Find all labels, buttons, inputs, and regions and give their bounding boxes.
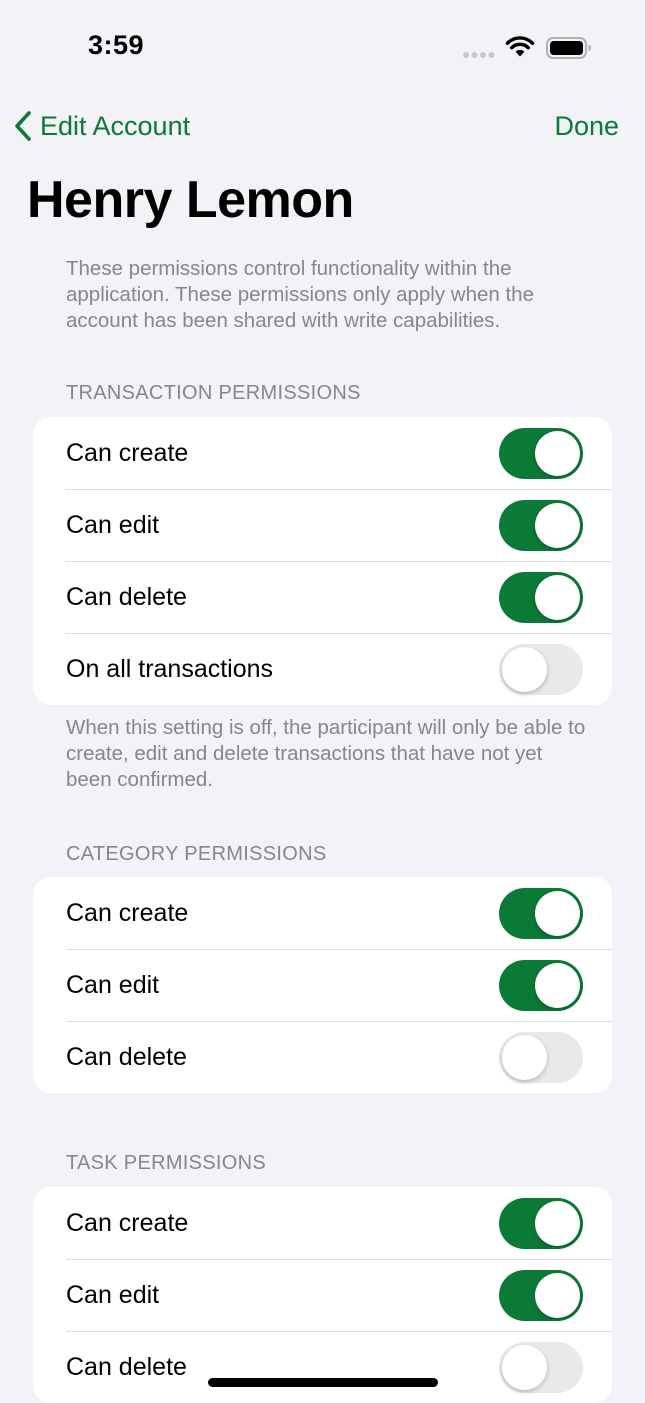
cellular-signal-icon xyxy=(463,52,495,58)
category-permissions-card: Can create Can edit Can delete xyxy=(33,877,612,1093)
category-permissions-header: CATEGORY PERMISSIONS xyxy=(66,843,327,865)
wifi-icon xyxy=(505,36,535,57)
task-permissions-card: Can create Can edit Can delete xyxy=(33,1187,612,1403)
page-title: Henry Lemon xyxy=(27,171,354,229)
task-can-edit-toggle[interactable] xyxy=(499,1269,583,1321)
row-label: Can delete xyxy=(66,1042,187,1071)
transaction-can-create-row: Can create xyxy=(33,417,612,489)
category-can-create-row: Can create xyxy=(33,877,612,949)
status-bar: 3:59 xyxy=(0,0,645,96)
task-permissions-header: TASK PERMISSIONS xyxy=(66,1152,267,1174)
chevron-left-icon xyxy=(15,111,31,141)
row-label: Can edit xyxy=(66,510,160,539)
transaction-can-edit-toggle[interactable] xyxy=(499,499,583,551)
transaction-can-delete-toggle[interactable] xyxy=(499,571,583,623)
task-can-create-toggle[interactable] xyxy=(499,1197,583,1249)
row-label: Can delete xyxy=(66,1352,187,1381)
back-button[interactable]: Edit Account xyxy=(14,104,190,148)
transaction-on-all-row: On all transactions xyxy=(33,633,612,705)
task-can-create-row: Can create xyxy=(33,1187,612,1259)
toggle-knob xyxy=(535,430,580,476)
back-button-label: Edit Account xyxy=(40,110,191,141)
status-time: 3:59 xyxy=(88,30,145,60)
task-can-delete-toggle[interactable] xyxy=(499,1341,583,1393)
category-can-edit-toggle[interactable] xyxy=(499,959,583,1011)
row-label: Can delete xyxy=(66,582,187,611)
done-button[interactable]: Done xyxy=(554,104,619,148)
transaction-permissions-header: TRANSACTION PERMISSIONS xyxy=(66,382,361,404)
battery-icon xyxy=(546,37,591,59)
transaction-can-create-toggle[interactable] xyxy=(499,427,583,479)
category-can-delete-row: Can delete xyxy=(33,1021,612,1093)
category-can-delete-toggle[interactable] xyxy=(499,1031,583,1083)
row-label: Can edit xyxy=(66,970,160,999)
toggle-knob xyxy=(535,502,580,548)
task-can-delete-row: Can delete xyxy=(33,1331,612,1403)
transaction-can-edit-row: Can edit xyxy=(33,489,612,561)
transaction-can-delete-row: Can delete xyxy=(33,561,612,633)
category-can-create-toggle[interactable] xyxy=(499,887,583,939)
transaction-permissions-footer: When this setting is off, the participan… xyxy=(66,716,586,791)
row-label: Can create xyxy=(66,438,189,467)
toggle-knob xyxy=(502,646,547,692)
category-can-edit-row: Can edit xyxy=(33,949,612,1021)
transaction-on-all-toggle[interactable] xyxy=(499,643,583,695)
toggle-knob xyxy=(535,1200,580,1246)
row-label: Can create xyxy=(66,898,189,927)
toggle-knob xyxy=(502,1344,547,1390)
home-indicator xyxy=(208,1378,438,1387)
toggle-knob xyxy=(535,574,580,620)
row-label: Can edit xyxy=(66,1280,160,1309)
toggle-knob xyxy=(535,890,580,936)
intro-description: These permissions control functionality … xyxy=(66,257,534,332)
row-label: Can create xyxy=(66,1208,189,1237)
toggle-knob xyxy=(535,962,580,1008)
transaction-permissions-card: Can create Can edit Can delete On all tr… xyxy=(33,417,612,705)
task-can-edit-row: Can edit xyxy=(33,1259,612,1331)
toggle-knob xyxy=(502,1034,547,1080)
toggle-knob xyxy=(535,1272,580,1318)
row-label: On all transactions xyxy=(66,654,274,683)
